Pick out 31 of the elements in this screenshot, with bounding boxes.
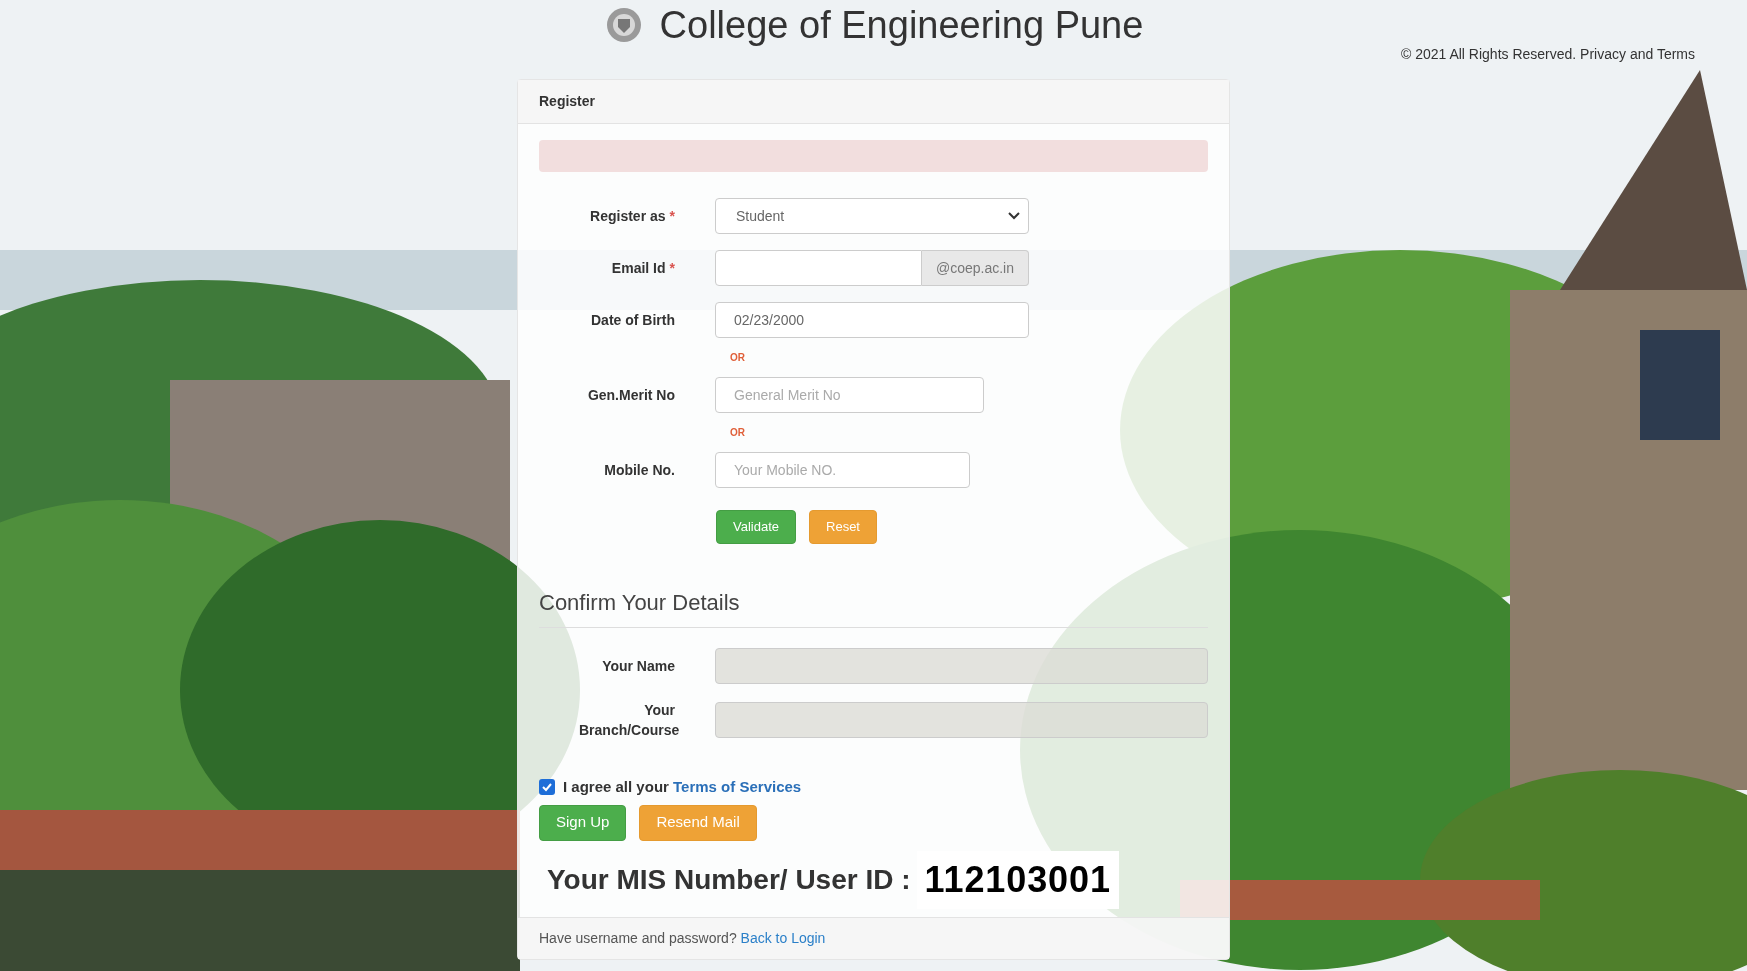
select-field[interactable]: Student (715, 198, 1029, 234)
form-button[interactable]: Validate (716, 510, 796, 544)
field-label: Email Id (611, 258, 666, 278)
agree-text: I agree all your Terms of Services (563, 777, 802, 797)
input-field[interactable]: 02/23/2000 (715, 302, 1029, 338)
field-label: Mobile No. (604, 460, 675, 480)
section-heading: Confirm Your Details (539, 586, 1208, 628)
form-button[interactable]: Resend Mail (639, 804, 757, 841)
footer-text: Have username and password? Back to Login (539, 928, 826, 948)
form-button[interactable]: Sign Up (539, 804, 627, 841)
field-label: Your Name (601, 657, 675, 676)
field-label: Register as (590, 206, 666, 226)
copyright-text: © 2021 All Rights Reserved. Privacy and Terms (1400, 45, 1695, 64)
login-link[interactable]: Back to Login (740, 929, 826, 946)
site-title: College of Engineering Pune (659, 6, 1144, 44)
agree-checkbox[interactable] (539, 779, 555, 796)
field-label: Gen.Merit No (587, 385, 675, 405)
input-field[interactable]: Your Mobile NO. (715, 452, 970, 488)
card-title: Register (539, 92, 596, 111)
terms-link[interactable]: Terms of Services (673, 778, 802, 795)
field-label: Date of Birth (591, 310, 675, 330)
mis-label: Your MIS Number/ User ID : (547, 862, 912, 897)
email-field[interactable] (715, 250, 922, 286)
required-mark: * (669, 206, 675, 226)
input-field[interactable]: General Merit No (715, 377, 984, 413)
or-text: OR (730, 351, 746, 365)
or-text: OR (730, 426, 746, 440)
required-mark: * (669, 258, 675, 278)
form-button[interactable]: Reset (809, 510, 877, 544)
email-domain-addon: @coep.ac.in (921, 250, 1029, 286)
chevron-down-icon (1008, 212, 1020, 220)
